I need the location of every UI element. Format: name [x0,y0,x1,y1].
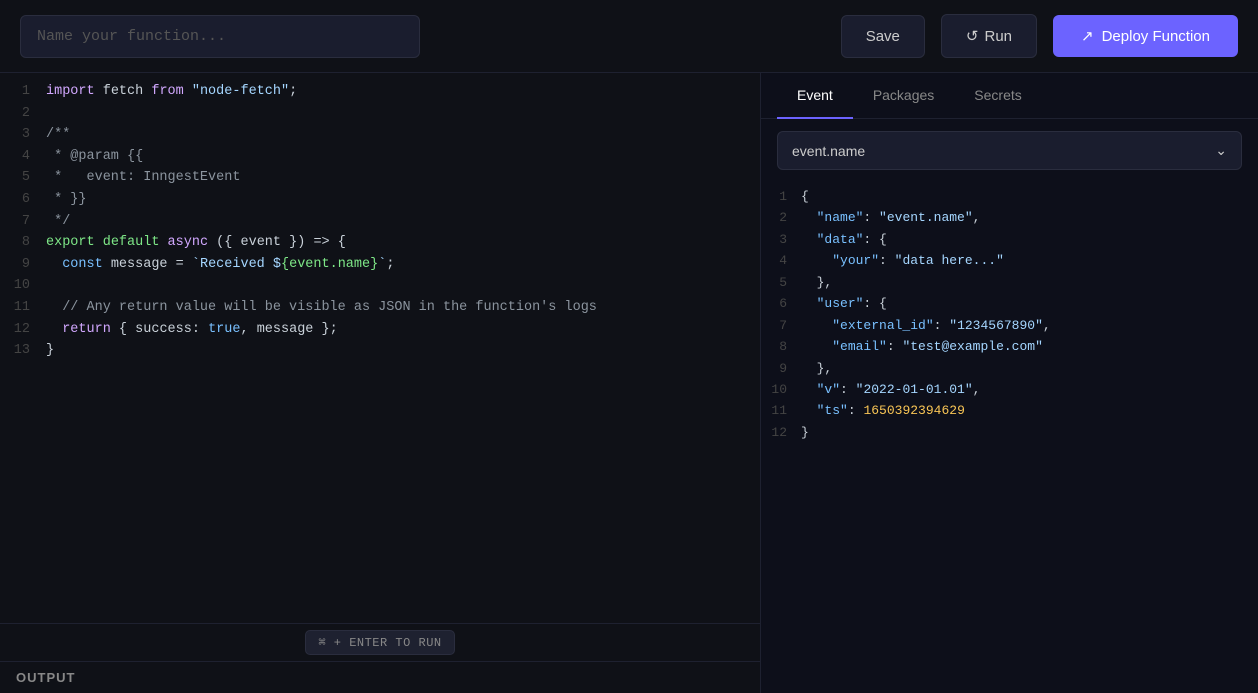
editor-panel: 1 import fetch from "node-fetch"; 2 3 /*… [0,73,760,693]
code-line: 11 // Any return value will be visible a… [0,297,760,319]
chevron-down-icon: ⌄ [1215,142,1227,159]
function-name-input[interactable] [20,15,420,58]
code-line: 3 /** [0,124,760,146]
code-line: 6 * }} [0,189,760,211]
main-content: 1 import fetch from "node-fetch"; 2 3 /*… [0,73,1258,693]
tab-secrets[interactable]: Secrets [954,73,1041,119]
json-line: 11 "ts": 1650392394629 [761,400,1258,421]
code-line: 7 */ [0,211,760,233]
right-panel: Event Packages Secrets event.name ⌄ 1 { … [760,73,1258,693]
json-line: 9 }, [761,358,1258,379]
json-line: 10 "v": "2022-01-01.01", [761,379,1258,400]
json-line: 6 "user": { [761,293,1258,314]
output-section: OUTPUT [0,661,760,693]
code-line: 5 * event: InngestEvent [0,167,760,189]
json-line: 8 "email": "test@example.com" [761,336,1258,357]
code-line: 10 [0,275,760,297]
bottom-bar: ⌘ + ENTER TO RUN [0,623,760,661]
json-line: 5 }, [761,272,1258,293]
run-icon: ↺ [966,27,979,45]
run-label: Run [984,28,1012,45]
json-area[interactable]: 1 { 2 "name": "event.name", 3 "data": { … [761,182,1258,693]
json-line: 12 } [761,422,1258,443]
code-line: 1 import fetch from "node-fetch"; [0,81,760,103]
code-line: 4 * @param {{ [0,146,760,168]
tabs: Event Packages Secrets [761,73,1258,119]
deploy-icon: ↗ [1081,27,1094,45]
deploy-label: Deploy Function [1102,28,1210,45]
json-line: 4 "your": "data here..." [761,250,1258,271]
json-line: 3 "data": { [761,229,1258,250]
json-line: 2 "name": "event.name", [761,207,1258,228]
code-line: 2 [0,103,760,125]
shortcut-badge: ⌘ + ENTER TO RUN [305,630,454,655]
header: Save ↺ Run ↗ Deploy Function [0,0,1258,73]
json-line: 1 { [761,186,1258,207]
json-line: 7 "external_id": "1234567890", [761,315,1258,336]
tab-packages[interactable]: Packages [853,73,954,119]
tab-event[interactable]: Event [777,73,853,119]
deploy-button[interactable]: ↗ Deploy Function [1053,15,1238,57]
code-line: 12 return { success: true, message }; [0,319,760,341]
code-line: 13 } [0,340,760,362]
code-line: 9 const message = `Received ${event.name… [0,254,760,276]
save-button[interactable]: Save [841,15,925,58]
event-dropdown-value: event.name [792,143,865,159]
code-area[interactable]: 1 import fetch from "node-fetch"; 2 3 /*… [0,73,760,623]
run-button[interactable]: ↺ Run [941,14,1037,58]
code-line: 8 export default async ({ event }) => { [0,232,760,254]
event-dropdown[interactable]: event.name ⌄ [777,131,1242,170]
